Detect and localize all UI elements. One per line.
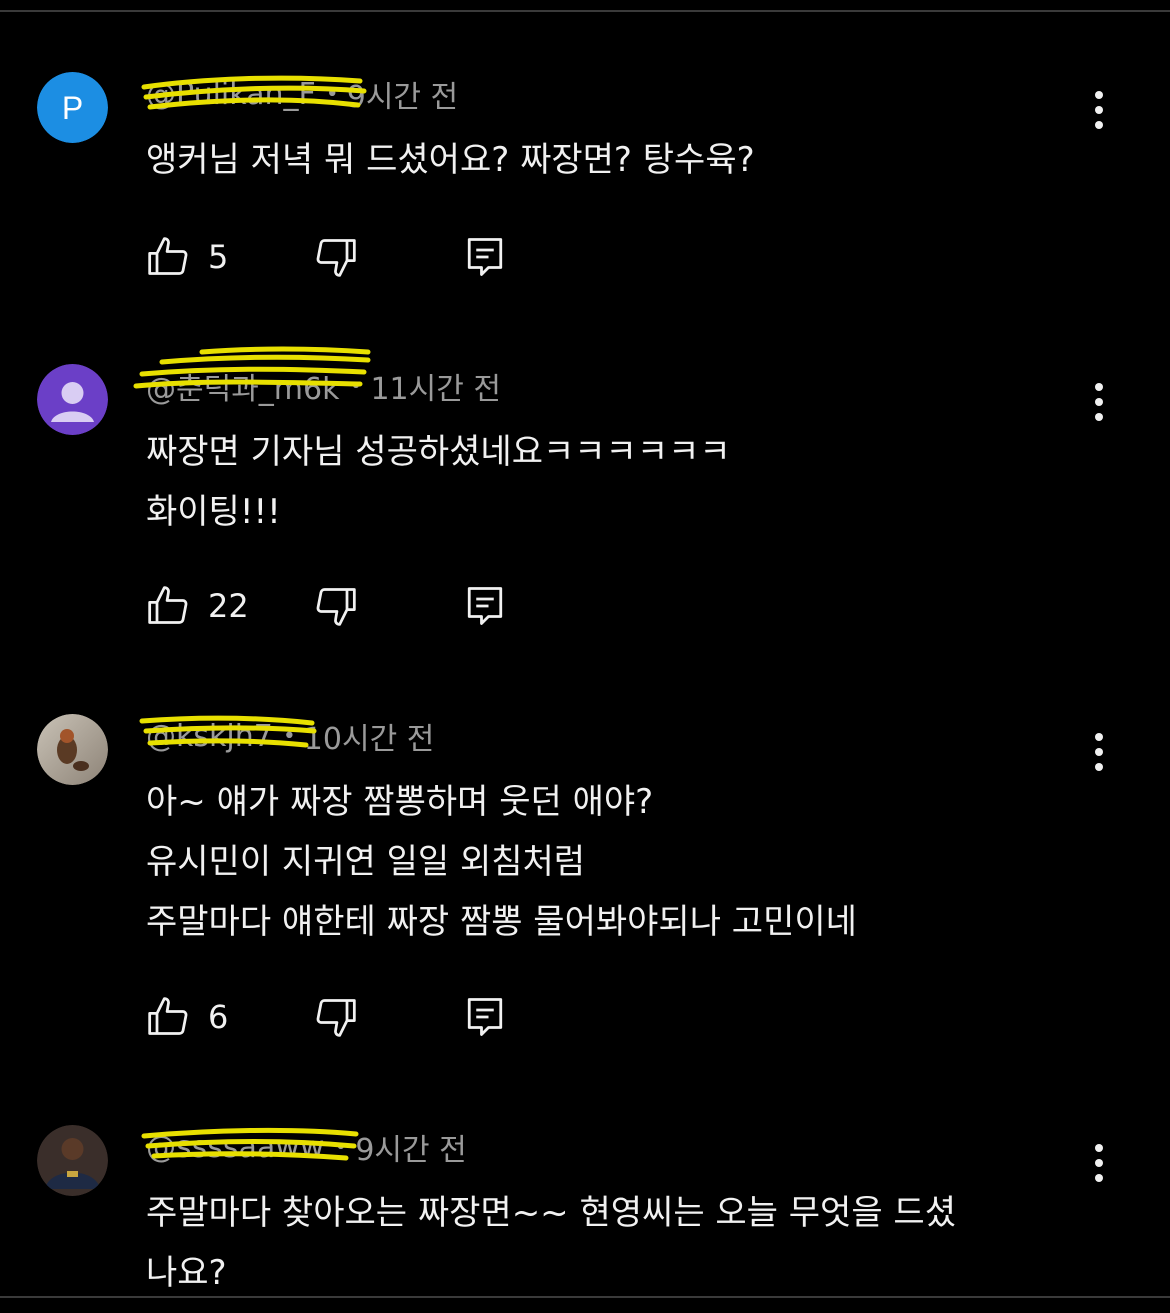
reply-icon [467, 998, 503, 1036]
default-person-icon [61, 382, 84, 404]
comment-actions: 6 [146, 992, 546, 1042]
comment-text: 주말마다 찾아오는 짜장면~~ 현영씨는 오늘 무엇을 드셨 나요? [146, 1183, 1106, 1303]
like-button[interactable]: 22 [146, 581, 249, 631]
more-vert-icon [1095, 733, 1103, 771]
like-count: 22 [208, 587, 249, 625]
reply-button[interactable] [464, 992, 506, 1042]
avatar[interactable] [37, 714, 108, 785]
reply-button[interactable] [464, 232, 506, 282]
comment-line: 주말마다 찾아오는 짜장면~~ 현영씨는 오늘 무엇을 드셨 [146, 1193, 956, 1233]
comment-line: 나요? [146, 1253, 227, 1293]
like-count: 6 [208, 998, 229, 1036]
more-options-button[interactable] [1084, 1139, 1114, 1189]
avatar[interactable] [37, 364, 108, 435]
like-count: 5 [208, 238, 229, 276]
like-button[interactable]: 5 [146, 232, 228, 282]
comment-meta: @춘덕과_m6k • 11시간 전 [133, 346, 501, 408]
reply-icon [467, 587, 503, 625]
like-icon [148, 237, 188, 275]
more-options-button[interactable] [1084, 86, 1114, 136]
comment-meta: @ssssaaww • 9시간 전 [141, 1125, 467, 1169]
comment-line: 화이팅!!! [146, 492, 281, 532]
dislike-icon [316, 999, 356, 1037]
comment-actions: 22 [146, 581, 546, 631]
comment-time[interactable]: 9시간 전 [355, 1125, 466, 1169]
like-button[interactable]: 6 [146, 992, 228, 1042]
author-handle[interactable]: @Pulikan_F [141, 75, 367, 112]
comment-item: @춘덕과_m6k • 11시간 전 짜장면 기자님 성공하셨네요ㅋㅋㅋㅋㅋㅋ 화… [0, 346, 1170, 664]
comment-meta: @kskjh7 • 10시간 전 [139, 714, 435, 758]
dislike-icon [316, 239, 356, 277]
comment-item: @kskjh7 • 10시간 전 아~ 얘가 짜장 짬뽕하며 웃던 애야? 유시… [0, 714, 1170, 1074]
more-vert-icon [1095, 1144, 1103, 1182]
dislike-icon [316, 588, 356, 626]
dislike-button[interactable] [314, 232, 358, 282]
reply-icon [467, 238, 503, 276]
comment-actions: 5 [146, 232, 546, 282]
author-handle[interactable]: @춘덕과_m6k [133, 346, 371, 408]
comment-item: P @Pulikan_F • 9시간 전 앵커님 저녁 뭐 드셨어요? 짜장면?… [0, 72, 1170, 312]
dislike-button[interactable] [314, 992, 358, 1042]
comment-item: @ssssaaww • 9시간 전 주말마다 찾아오는 짜장면~~ 현영씨는 오… [0, 1125, 1170, 1295]
author-handle[interactable]: @ssssaaww [141, 1127, 359, 1165]
comment-text: 아~ 얘가 짜장 짬뽕하며 웃던 애야? 유시민이 지귀연 일일 외침처럼 주말… [146, 772, 1106, 952]
comment-line: 아~ 얘가 짜장 짬뽕하며 웃던 애야? [146, 782, 654, 822]
author-handle[interactable]: @kskjh7 [139, 715, 317, 754]
comment-time[interactable]: 9시간 전 [347, 72, 458, 116]
comment-time[interactable]: 11시간 전 [370, 364, 501, 408]
more-options-button[interactable] [1084, 378, 1114, 428]
bottom-divider [0, 1296, 1170, 1298]
comment-meta: @Pulikan_F • 9시간 전 [141, 72, 458, 116]
avatar[interactable]: P [37, 72, 108, 143]
avatar[interactable] [37, 1125, 108, 1196]
like-icon [148, 586, 188, 624]
comment-text: 앵커님 저녁 뭐 드셨어요? 짜장면? 탕수육? [146, 130, 1106, 190]
like-icon [148, 997, 188, 1035]
more-vert-icon [1095, 91, 1103, 129]
reply-button[interactable] [464, 581, 506, 631]
top-divider [0, 10, 1170, 12]
comment-line: 짜장면 기자님 성공하셨네요ㅋㅋㅋㅋㅋㅋ [146, 432, 731, 472]
dislike-button[interactable] [314, 581, 358, 631]
comment-line: 주말마다 얘한테 짜장 짬뽕 물어봐야되나 고민이네 [146, 902, 857, 942]
comment-text: 짜장면 기자님 성공하셨네요ㅋㅋㅋㅋㅋㅋ 화이팅!!! [146, 422, 1106, 542]
person-photo-icon [61, 1138, 84, 1160]
more-options-button[interactable] [1084, 728, 1114, 778]
comment-line: 유시민이 지귀연 일일 외침처럼 [146, 842, 586, 882]
comment-time[interactable]: 10시간 전 [304, 714, 435, 758]
comment-line: 앵커님 저녁 뭐 드셨어요? 짜장면? 탕수육? [146, 140, 755, 180]
avatar-letter: P [62, 90, 83, 126]
more-vert-icon [1095, 383, 1103, 421]
